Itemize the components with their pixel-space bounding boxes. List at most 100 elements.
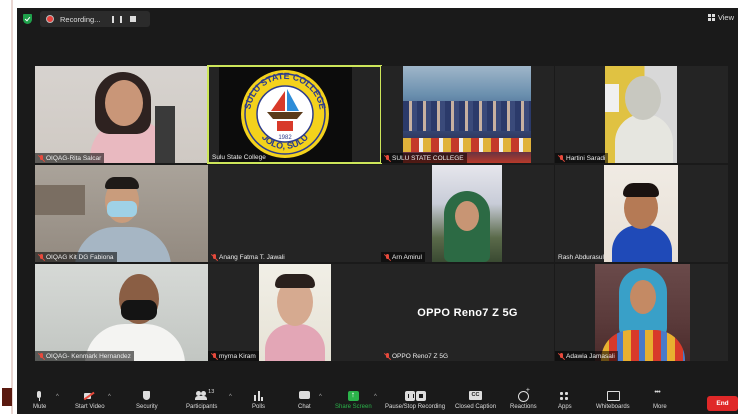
participant-name-bar: Adawia Jamasali [555,351,618,361]
top-bar: Recording... View [17,8,738,30]
security-label: Security [136,404,158,410]
microphone-icon [34,391,45,401]
share-options-caret-icon[interactable]: ^ [374,394,377,400]
audience-rows [403,101,531,131]
participant-name-bar: Anang Fatma T. Jawali [208,252,288,262]
whiteboards-button[interactable]: Whiteboards [596,391,630,410]
participants-options-caret-icon[interactable]: ^ [229,394,232,400]
participant-tile[interactable]: Arn Amirul [381,165,554,262]
reactions-smiley-icon [517,387,530,402]
face-mask [107,201,137,217]
end-meeting-button[interactable]: End [707,396,738,411]
polls-icon [253,391,264,401]
seal-year: 1982 [278,135,292,141]
audio-options-caret-icon[interactable]: ^ [56,394,59,400]
mute-label: Mute [33,404,47,410]
participant-name-bar: OIQAG Kit DG Fabiona [35,252,117,262]
participant-tile[interactable]: OIQAG Kit DG Fabiona [35,165,208,262]
reactions-label: Reactions [510,404,537,410]
shield-icon [141,391,152,401]
participant-video [35,165,208,262]
encryption-shield-icon[interactable] [23,14,32,24]
view-button[interactable]: View [707,13,734,22]
share-screen-label: Share Screen [335,404,372,410]
participant-tile[interactable]: Hartini Saradi [555,66,728,163]
participant-tile[interactable]: OIQAG-Rita Salcar [35,66,208,163]
participant-name: Hartini Saradi [566,154,606,162]
muted-mic-icon [211,352,217,360]
participant-name: Anang Fatma T. Jawali [219,253,285,261]
shelf [35,185,85,215]
participant-tile[interactable]: Adawia Jamasali [555,264,728,361]
chat-options-caret-icon[interactable]: ^ [319,394,322,400]
grid-view-icon [707,14,715,21]
more-button[interactable]: More [653,389,667,410]
video-options-caret-icon[interactable]: ^ [108,394,111,400]
mute-button[interactable]: Mute [33,391,46,410]
sulu-state-college-seal: SULU STATE COLLEGE JOLO, SULU 1982 [241,70,329,158]
start-video-label: Start Video [75,404,105,410]
person-hair [105,177,139,189]
pause-stop-icon [404,391,426,401]
participant-name: Arn Amirul [392,253,422,261]
muted-mic-icon [38,253,44,261]
participant-tile[interactable]: SULU STATE COLLEGE [381,66,554,163]
closed-caption-label: Closed Caption [455,404,497,410]
person-face [455,201,479,231]
participant-tile-active-speaker[interactable]: SULU STATE COLLEGE JOLO, SULU 1982 Sulu … [207,65,382,164]
apps-button[interactable]: Apps [558,391,572,410]
edge-line [11,0,13,414]
participant-tile[interactable]: OPPO Reno7 Z 5G OPPO Reno7 Z 5G [381,264,554,361]
participant-video [403,66,531,163]
face-mask [121,300,157,320]
muted-mic-icon [558,154,564,162]
recording-indicator: Recording... [40,11,150,27]
muted-mic-icon [384,253,390,261]
chat-bubble-icon [298,391,310,401]
participants-count: 13 [208,389,215,395]
security-button[interactable]: Security [136,391,158,410]
participant-video [432,165,502,262]
share-screen-button[interactable]: Share Screen [335,390,372,410]
meeting-toolbar: Mute ^ Start Video ^ Security 13 Partici… [17,387,738,414]
device-name-placeholder: OPPO Reno7 Z 5G [417,306,518,319]
participant-name: SULU STATE COLLEGE [392,154,464,162]
stop-recording-icon[interactable] [128,14,138,24]
pause-recording-icon[interactable] [112,14,122,24]
recording-label: Recording... [60,14,101,24]
participant-name-bar: Hartini Saradi [555,153,609,163]
participants-label: Participants [186,404,218,410]
closed-caption-button[interactable]: Closed Caption [455,391,496,410]
chat-button[interactable]: Chat [298,391,311,410]
person-hair [623,183,659,197]
participants-button[interactable]: 13 Participants [186,389,218,410]
pause-stop-recording-button[interactable]: Pause/Stop Recording [385,391,445,410]
participant-name: OPPO Reno7 Z 5G [392,352,448,360]
person-face [105,80,143,126]
participant-video [259,264,331,361]
participant-tile[interactable]: myrna Kiram [208,264,381,361]
start-video-button[interactable]: Start Video [75,391,105,410]
participant-tile[interactable]: OIQAG- Kenmark Hernandez [35,264,208,361]
polls-button[interactable]: Polls [252,391,265,410]
closed-caption-icon [469,391,483,401]
participant-name-bar: OPPO Reno7 Z 5G [381,351,451,361]
chair [155,106,175,163]
participant-video [35,264,208,361]
more-label: More [653,404,667,410]
muted-mic-icon [211,253,217,261]
whiteboard-icon [607,391,621,401]
person-figure [265,324,325,361]
person-figure [612,225,672,262]
participant-tile[interactable]: Rash Abdurasul [555,165,728,262]
muted-mic-icon [38,154,44,162]
reactions-button[interactable]: Reactions [510,387,537,410]
participant-name-bar: OIQAG- Kenmark Hernandez [35,351,134,361]
muted-mic-icon [384,154,390,162]
polls-label: Polls [252,404,266,410]
video-camera-off-icon [84,391,95,401]
participant-name: myrna Kiram [219,352,256,360]
stage-banner [403,138,531,152]
participant-name-bar: Sulu State College [209,152,269,162]
participant-tile[interactable]: Anang Fatma T. Jawali [208,165,381,262]
